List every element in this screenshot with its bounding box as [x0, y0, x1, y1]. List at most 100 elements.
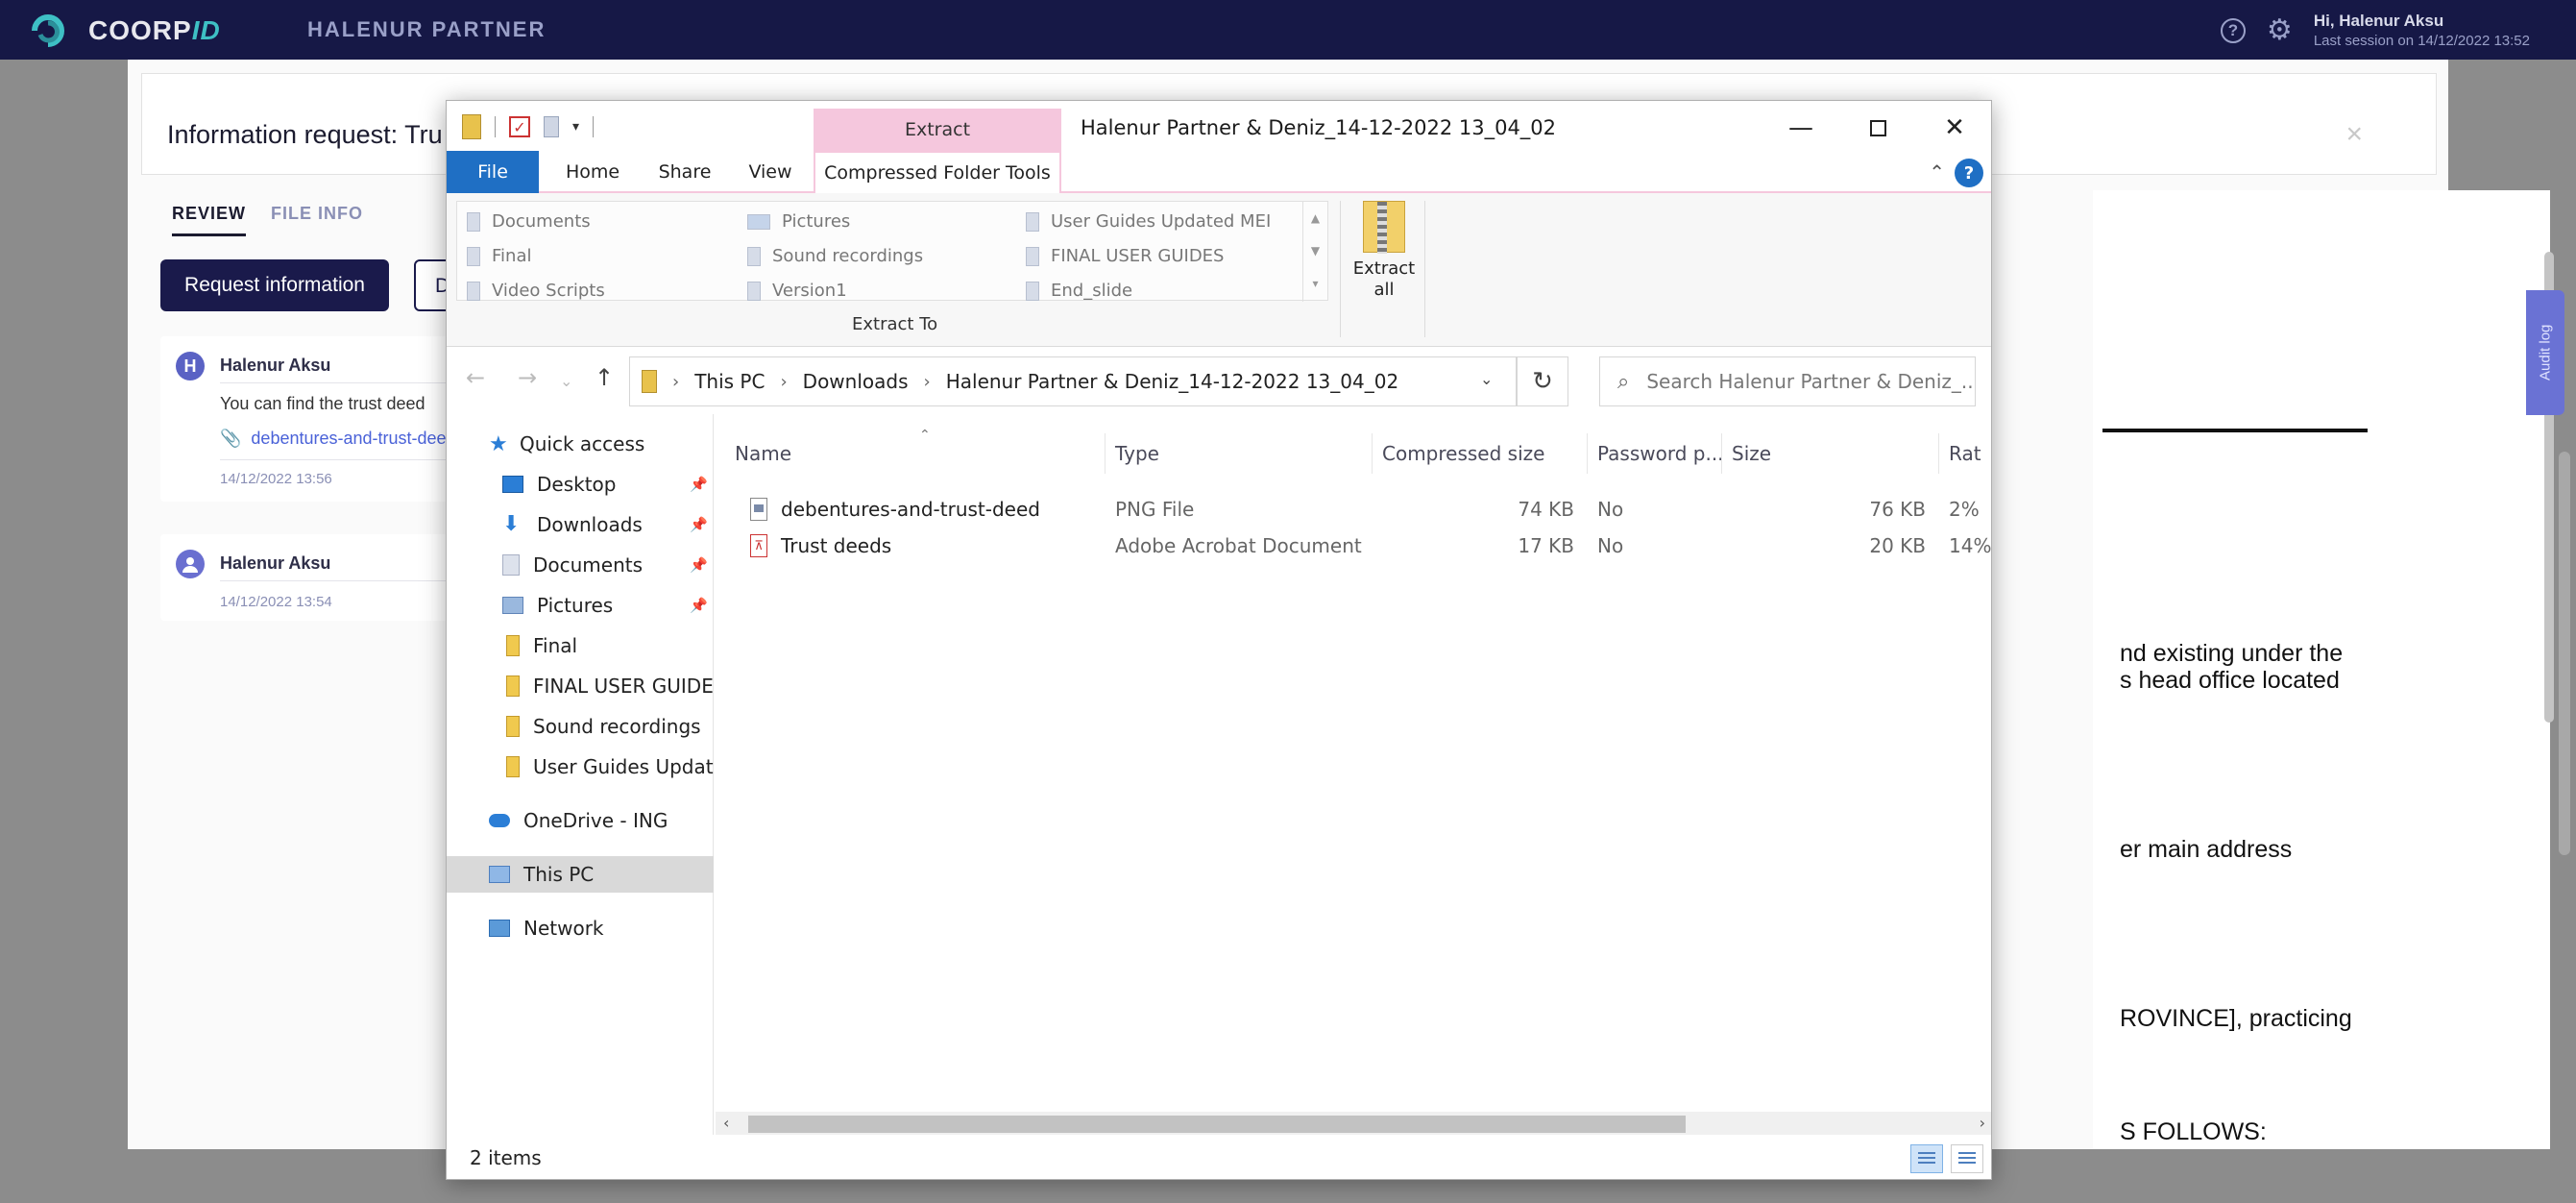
sidebar-item-documents[interactable]: Documents 📌 — [447, 547, 714, 583]
breadcrumb-current-folder[interactable]: Halenur Partner & Deniz_14-12-2022 13_04… — [946, 370, 1398, 393]
column-compressed-size[interactable]: Compressed size — [1373, 433, 1588, 474]
document-rule — [2102, 429, 2368, 432]
breadcrumb-this-pc[interactable]: This PC — [694, 370, 765, 393]
extract-to-sound-recordings[interactable]: Sound recordings — [747, 246, 923, 266]
collapse-ribbon-icon[interactable]: ⌃ — [1929, 160, 1945, 184]
scroll-right-icon[interactable]: › — [1980, 1112, 1985, 1135]
document-preview[interactable]: nd existing under the s head office loca… — [2093, 190, 2550, 1149]
back-arrow-icon[interactable]: ← — [466, 364, 485, 391]
close-window-button[interactable]: ✕ — [1916, 101, 1991, 155]
divider — [220, 580, 458, 581]
address-bar[interactable]: › This PC › Downloads › Halenur Partner … — [629, 356, 1517, 406]
coorpid-logo[interactable]: COORPID — [27, 10, 221, 52]
computer-icon — [489, 866, 510, 883]
network-icon — [489, 920, 510, 937]
horizontal-scrollbar[interactable]: ‹ › — [716, 1112, 1991, 1135]
file-compressed-size: 17 KB — [1518, 534, 1574, 557]
user-menu[interactable]: Hi, Halenur Aksu Last session on 14/12/2… — [2314, 12, 2530, 49]
table-row[interactable]: debentures-and-trust-deed PNG File 74 KB… — [716, 491, 1991, 528]
tab-home[interactable]: Home — [554, 151, 631, 193]
recent-locations-icon[interactable]: ⌄ — [560, 372, 572, 390]
column-ratio[interactable]: Rat — [1939, 433, 1991, 474]
ribbon-panel: Documents Pictures User Guides Updated M… — [447, 193, 1991, 347]
gallery-scrollbar[interactable]: ▲ ▼ ▾ — [1302, 202, 1327, 302]
sidebar-item-sound-recordings[interactable]: Sound recordings — [447, 708, 714, 745]
ribbon-tabs: File Home Share View Compressed Folder T… — [447, 151, 1991, 193]
chevron-down-icon[interactable]: ⌄ — [1480, 370, 1493, 388]
download-arrow-icon: ⬇ — [502, 512, 521, 536]
search-input[interactable]: ⌕ Search Halenur Partner & Deniz_... — [1599, 356, 1976, 406]
sidebar-item-network[interactable]: Network — [447, 910, 714, 946]
folder-icon — [467, 281, 480, 301]
refresh-button[interactable]: ↻ — [1517, 356, 1568, 406]
sidebar-item-downloads[interactable]: ⬇ Downloads 📌 — [447, 506, 714, 543]
pdf-file-icon: ⊼ — [750, 534, 767, 557]
properties-check-icon[interactable]: ✓ — [509, 116, 530, 137]
folder-icon — [1026, 211, 1039, 232]
message-timestamp: 14/12/2022 13:56 — [220, 471, 332, 487]
maximize-button[interactable] — [1839, 101, 1916, 155]
extract-to-final[interactable]: Final — [467, 246, 531, 266]
extract-to-final-user-guides[interactable]: FINAL USER GUIDES — [1026, 246, 1224, 266]
extract-all-button[interactable]: Extract all — [1346, 201, 1422, 301]
sidebar-item-final[interactable]: Final — [447, 627, 714, 664]
tab-share[interactable]: Share — [646, 151, 723, 193]
minimize-button[interactable]: — — [1762, 101, 1839, 155]
sidebar-item-label: Documents — [533, 553, 644, 577]
column-name[interactable]: Name — [716, 433, 1106, 474]
last-session: Last session on 14/12/2022 13:52 — [2313, 33, 2530, 49]
sidebar-item-user-guides-update[interactable]: User Guides Update — [447, 749, 714, 785]
up-arrow-icon[interactable]: ↑ — [595, 364, 614, 391]
gear-icon[interactable]: ⚙ — [2267, 15, 2293, 44]
table-row[interactable]: ⊼ Trust deeds Adobe Acrobat Document 17 K… — [716, 528, 1992, 564]
tab-compressed-folder-tools[interactable]: Compressed Folder Tools — [814, 151, 1061, 193]
column-type[interactable]: Type — [1106, 433, 1373, 474]
sidebar-item-desktop[interactable]: Desktop 📌 — [447, 466, 714, 503]
tab-view[interactable]: View — [737, 151, 804, 193]
extract-to-version1[interactable]: Version1 — [747, 281, 847, 301]
ribbon-separator — [1340, 201, 1341, 337]
sidebar-item-this-pc[interactable]: This PC — [447, 856, 714, 893]
new-folder-icon[interactable] — [544, 116, 559, 137]
question-circle-icon[interactable]: ? — [2220, 17, 2246, 43]
document-text-line: er main address — [2120, 836, 2293, 863]
tab-review[interactable]: REVIEW — [172, 204, 247, 236]
message-card: H Halenur Aksu You can find the trust de… — [160, 336, 458, 502]
scrollbar-thumb[interactable] — [748, 1116, 1686, 1133]
message-card: Halenur Aksu 14/12/2022 13:54 — [160, 534, 458, 621]
customize-toolbar-icon[interactable]: ▾ — [572, 119, 579, 135]
tab-file[interactable]: File — [447, 151, 539, 193]
large-icons-view-icon[interactable] — [1951, 1144, 1983, 1173]
attachment-link[interactable]: 📎 debentures-and-trust-dee — [220, 429, 447, 449]
extract-to-documents[interactable]: Documents — [467, 211, 591, 232]
extract-to-video-scripts[interactable]: Video Scripts — [467, 281, 605, 301]
extract-to-user-guides-updated[interactable]: User Guides Updated MEI — [1026, 211, 1271, 232]
file-ratio: 14% — [1949, 534, 1992, 557]
tab-file-info[interactable]: FILE INFO — [271, 204, 363, 236]
sidebar-item-pictures[interactable]: Pictures 📌 — [447, 587, 714, 624]
column-password-protected[interactable]: Password p... — [1588, 433, 1722, 474]
details-view-icon[interactable] — [1910, 1144, 1943, 1173]
sidebar-item-final-user-guides[interactable]: FINAL USER GUIDES — [447, 668, 714, 704]
folder-icon — [747, 246, 761, 266]
cloud-icon — [489, 814, 510, 827]
folder-icon — [506, 756, 520, 777]
extract-to-end-slide[interactable]: End_slide — [1026, 281, 1132, 301]
page-scrollbar[interactable] — [2559, 452, 2570, 855]
sidebar-item-label: Downloads — [537, 513, 643, 536]
file-type: PNG File — [1115, 498, 1195, 521]
column-size[interactable]: Size — [1722, 433, 1939, 474]
sidebar-item-onedrive[interactable]: OneDrive - ING — [447, 802, 714, 839]
close-icon[interactable]: × — [2345, 118, 2363, 151]
help-icon[interactable]: ? — [1955, 159, 1983, 187]
forward-arrow-icon[interactable]: → — [518, 364, 537, 391]
request-information-button[interactable]: Request information — [160, 259, 389, 311]
folder-icon — [506, 675, 520, 697]
audit-log-tab[interactable]: Audit log — [2526, 290, 2564, 415]
sidebar-item-label: Sound recordings — [533, 715, 701, 738]
scroll-left-icon[interactable]: ‹ — [723, 1112, 729, 1135]
sidebar-item-quick-access[interactable]: ★ Quick access — [447, 426, 714, 462]
extract-target-label: Final — [492, 246, 532, 266]
extract-to-pictures[interactable]: Pictures — [747, 211, 850, 232]
breadcrumb-downloads[interactable]: Downloads — [803, 370, 909, 393]
